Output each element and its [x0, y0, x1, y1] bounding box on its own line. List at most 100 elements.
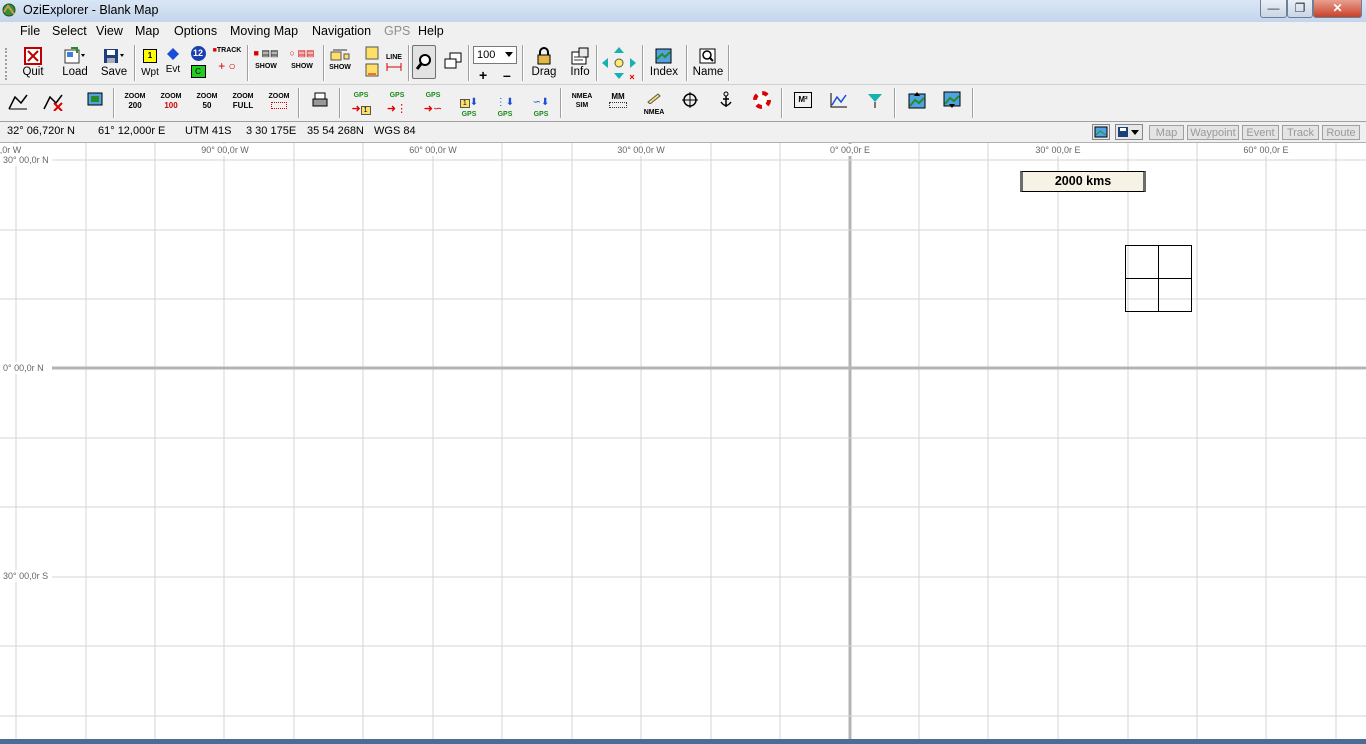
- open-map-button[interactable]: [3, 91, 33, 116]
- print-button[interactable]: [305, 91, 335, 114]
- drag-button[interactable]: Drag: [529, 47, 559, 78]
- tab-event[interactable]: Event: [1242, 125, 1279, 140]
- menu-select[interactable]: Select: [52, 24, 87, 38]
- line-tool-button[interactable]: LINE: [384, 46, 404, 73]
- save-label: Save: [100, 66, 128, 78]
- toolbar-grip[interactable]: [5, 48, 11, 80]
- track-line-icon: ■ ▤▤: [253, 48, 279, 58]
- satellite-button[interactable]: [860, 91, 890, 114]
- drag-label: Drag: [531, 66, 557, 78]
- menu-file[interactable]: File: [20, 24, 40, 38]
- magnifier-icon: [415, 54, 431, 70]
- nmea-record-button[interactable]: NMEA: [639, 91, 669, 116]
- tab-map[interactable]: Map: [1149, 125, 1184, 140]
- map-overview-button[interactable]: [80, 91, 110, 114]
- map-image-button[interactable]: [1092, 124, 1110, 140]
- zoom-50-button[interactable]: ZOOM 50: [192, 93, 222, 110]
- menu-map[interactable]: Map: [135, 24, 159, 38]
- load-button[interactable]: Load: [60, 47, 90, 78]
- nmea-sim-button[interactable]: NMEA SIM: [567, 93, 597, 109]
- map-canvas[interactable]: 0° 00,0r W 90° 00,0r W 60° 00,0r W 30° 00,0…: [0, 143, 1366, 739]
- track-plus-circle-icon: + ○: [218, 59, 236, 73]
- maximize-button[interactable]: ❐: [1287, 0, 1313, 18]
- gps-upload-route-button[interactable]: GPS ➜⋮: [382, 92, 412, 117]
- track-button[interactable]: ■TRACK + ○: [212, 47, 242, 73]
- easting-readout: 3 30 175E: [246, 125, 297, 137]
- index-button[interactable]: Index: [648, 47, 680, 78]
- zoom-100-button[interactable]: ZOOM 100: [156, 93, 186, 110]
- map-download-button[interactable]: [937, 91, 967, 114]
- graph-icon: [830, 93, 847, 108]
- quit-button[interactable]: Quit: [20, 47, 46, 78]
- menu-bar: File Select View Map Options Moving Map …: [0, 22, 1366, 42]
- tab-track[interactable]: Track: [1282, 125, 1319, 140]
- lock-icon: [537, 47, 551, 65]
- app-globe-icon: [2, 3, 16, 17]
- area-measure-button[interactable]: M²: [788, 92, 818, 108]
- gps-label-4: GPS: [461, 111, 477, 118]
- menu-options[interactable]: Options: [174, 24, 217, 38]
- gps-download-track-button[interactable]: ∽⬇ GPS: [526, 92, 556, 118]
- evt-label: Evt: [165, 64, 181, 75]
- map-upload-button[interactable]: [902, 91, 932, 114]
- longitude-label: 90° 00,0r W: [201, 145, 249, 155]
- window-zoom-button[interactable]: [442, 52, 464, 70]
- waypoint-list-button[interactable]: [362, 46, 382, 78]
- map-up-icon: [908, 92, 926, 109]
- gps-download-route-button[interactable]: ⋮⬇ GPS: [490, 92, 520, 118]
- zoom-in-icon[interactable]: +: [479, 67, 487, 83]
- zoom-full-button[interactable]: ZOOM FULL: [228, 93, 258, 110]
- index-map-icon: [655, 48, 672, 64]
- mm-bar-icon: [609, 102, 627, 108]
- show-track-button[interactable]: ■ ▤▤ SHOW: [252, 48, 280, 70]
- crosshair-icon: [682, 92, 698, 108]
- save-data-button[interactable]: [1115, 124, 1143, 140]
- overview-crosshair-h: [1126, 278, 1191, 279]
- close-button[interactable]: ✕: [1313, 0, 1362, 18]
- man-overboard-button[interactable]: [747, 91, 777, 114]
- menu-moving-map[interactable]: Moving Map: [230, 24, 298, 38]
- save-button[interactable]: Save: [99, 47, 129, 78]
- overview-box[interactable]: [1125, 245, 1192, 312]
- gps-label-2: GPS: [389, 92, 405, 99]
- minimize-button[interactable]: —: [1260, 0, 1287, 18]
- show-waypoints-button[interactable]: ○ ▤▤ SHOW: [287, 48, 317, 70]
- new-waypoint-button[interactable]: 1 Wpt: [140, 47, 160, 78]
- longitude-label: 60° 00,0r W: [409, 145, 457, 155]
- gps-upload-icon: ➜ 1: [351, 103, 371, 115]
- crosshair-button[interactable]: [675, 91, 705, 114]
- zoom-100-top-label: ZOOM: [160, 93, 182, 100]
- name-search-button[interactable]: Name: [692, 47, 724, 78]
- info-label: Info: [570, 66, 590, 78]
- gps-upload-track-button[interactable]: GPS ➜∽: [418, 92, 448, 117]
- route-button[interactable]: 12 C: [188, 46, 208, 78]
- menu-view[interactable]: View: [96, 24, 123, 38]
- close-map-button[interactable]: [38, 91, 68, 116]
- info-button[interactable]: Info: [566, 47, 594, 78]
- tab-waypoint[interactable]: Waypoint: [1187, 125, 1239, 140]
- anchor-alarm-button[interactable]: [711, 91, 741, 114]
- zoom-select[interactable]: 100: [473, 46, 517, 64]
- menu-help[interactable]: Help: [418, 24, 444, 38]
- show-route-button[interactable]: SHOW: [328, 46, 352, 71]
- menu-gps[interactable]: GPS: [384, 24, 410, 38]
- new-event-button[interactable]: Evt: [163, 47, 183, 75]
- gps-download-waypoints-button[interactable]: 1 ⬇ GPS: [454, 92, 484, 118]
- anchor-icon: [720, 91, 732, 107]
- zoom-tool-button[interactable]: [412, 45, 436, 79]
- move-map-arrows[interactable]: [600, 45, 638, 81]
- menu-navigation[interactable]: Navigation: [312, 24, 371, 38]
- zoom-select-button[interactable]: ZOOM: [264, 93, 294, 109]
- gps-label-6: GPS: [533, 111, 549, 118]
- m2-icon: M²: [794, 92, 812, 108]
- lifebuoy-icon: [753, 91, 771, 109]
- zoom-200-button[interactable]: ZOOM 200: [120, 93, 150, 110]
- moving-map-button[interactable]: MM: [603, 93, 633, 108]
- tab-route[interactable]: Route: [1322, 125, 1360, 140]
- gps-upload-waypoints-button[interactable]: GPS ➜ 1: [346, 92, 376, 117]
- nmea-label: NMEA: [571, 93, 593, 100]
- zoom-out-icon[interactable]: –: [503, 67, 511, 83]
- show-route-label: SHOW: [329, 64, 351, 71]
- elevation-graph-button[interactable]: [824, 91, 854, 114]
- save-icon: [104, 49, 124, 63]
